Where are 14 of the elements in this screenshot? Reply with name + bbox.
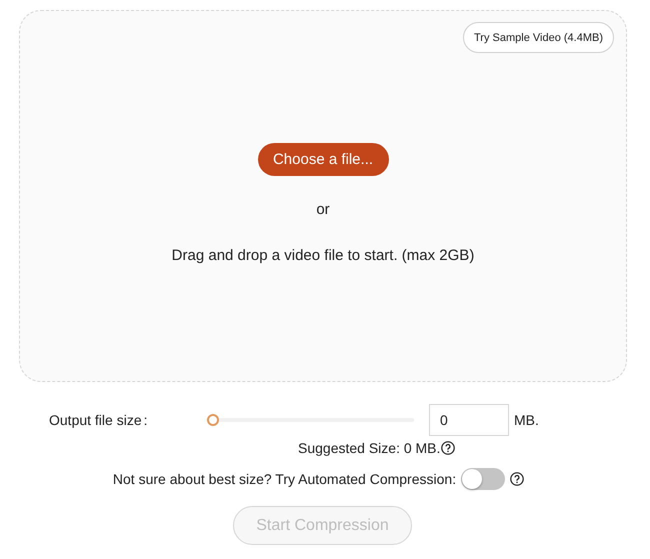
automated-toggle[interactable] bbox=[461, 468, 506, 490]
choose-file-button[interactable]: Choose a file... bbox=[258, 143, 388, 176]
help-icon[interactable] bbox=[441, 441, 456, 455]
unit-label: MB. bbox=[514, 412, 539, 428]
size-slider[interactable] bbox=[207, 414, 414, 426]
help-icon[interactable] bbox=[510, 472, 524, 486]
drop-zone[interactable]: Try Sample Video (4.4MB) Choose a file... or Drag and drop a video file to start. (max 2GB) bbox=[19, 10, 627, 382]
or-text: or bbox=[316, 201, 330, 218]
sample-video-button[interactable]: Try Sample Video (4.4MB) bbox=[463, 22, 614, 53]
drop-hint: Drag and drop a video file to start. (max 2GB) bbox=[172, 247, 474, 264]
automated-label: Not sure about best size? Try Automated Compression: bbox=[112, 471, 456, 487]
size-input[interactable]: 0 bbox=[429, 404, 509, 436]
suggested-size: Suggested Size: 0 MB. bbox=[298, 440, 440, 456]
output-size-label: Output file size: bbox=[49, 412, 148, 428]
